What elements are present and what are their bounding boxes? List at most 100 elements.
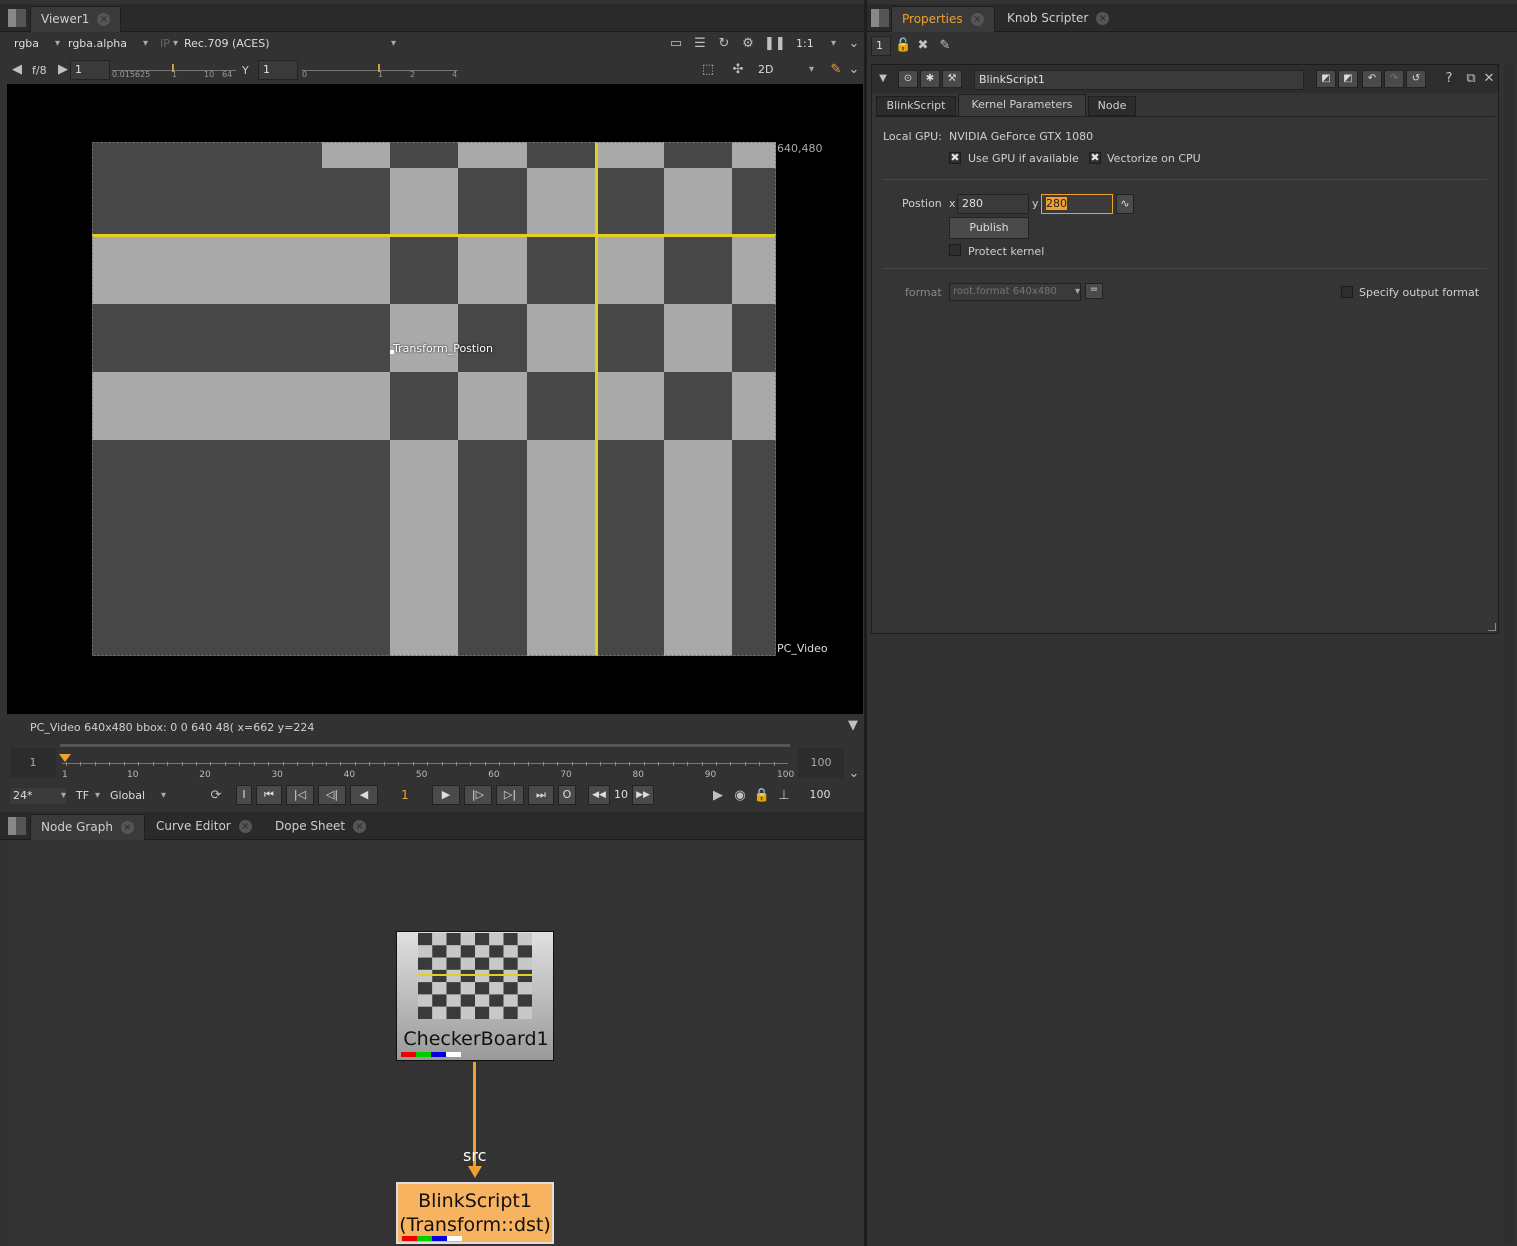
close-icon[interactable]: × [97, 13, 111, 26]
panel-menu-icon[interactable] [8, 9, 26, 27]
format-edit-button[interactable]: = [1085, 283, 1103, 299]
close-icon[interactable]: × [238, 820, 252, 833]
next-fstop-icon[interactable]: ▶ [58, 62, 68, 78]
node-blinkscript[interactable]: BlinkScript1 (Transform::dst) [396, 1182, 554, 1244]
resize-grip-icon[interactable] [1488, 623, 1496, 631]
publish-button[interactable]: Publish [949, 217, 1029, 239]
paint-icon[interactable]: ✎ [828, 62, 844, 78]
playhead-icon[interactable] [59, 754, 71, 762]
revert-icon[interactable]: ↺ [1406, 70, 1426, 88]
chevron-down-icon[interactable]: ⌄ [848, 36, 860, 52]
pause-icon[interactable]: ❚❚ [764, 36, 786, 52]
pencil-icon[interactable]: ✎ [937, 38, 953, 54]
tab-dope-sheet[interactable]: Dope Sheet × [265, 814, 376, 840]
fps-dropdown[interactable]: 24* [10, 788, 66, 804]
lock-icon[interactable]: 🔓 [895, 38, 911, 54]
tab-node-graph[interactable]: Node Graph × [30, 814, 145, 840]
next-frame-button[interactable]: |▷ [464, 785, 492, 805]
input-color-icon[interactable]: ◩ [1316, 70, 1336, 88]
refresh-icon[interactable]: ↻ [716, 36, 732, 52]
animation-curve-icon[interactable]: ∿ [1116, 194, 1134, 214]
gl-color-icon[interactable]: ◩ [1338, 70, 1358, 88]
position-x-input[interactable]: 280 [957, 194, 1029, 214]
in-point-button[interactable]: I [236, 785, 252, 805]
gpu-icon[interactable]: ⚙ [740, 36, 756, 52]
max-panels-input[interactable]: 1 [871, 36, 891, 56]
prev-keyframe-button[interactable]: |◁ [286, 785, 314, 805]
close-icon[interactable]: × [1096, 12, 1110, 25]
timeline-end-frame[interactable]: 100 [798, 748, 844, 778]
record-icon[interactable]: ◉ [730, 788, 750, 804]
first-frame-button[interactable]: ⏮ [256, 785, 282, 805]
out-point-button[interactable]: O [558, 785, 576, 805]
play-backward-button[interactable]: ◀ [350, 785, 378, 805]
current-frame-field[interactable]: 1 [382, 785, 428, 805]
panel-menu-icon[interactable] [8, 817, 26, 835]
ip-toggle[interactable]: IP [160, 36, 178, 52]
alpha-channel-dropdown[interactable]: rgba.alpha [68, 36, 148, 52]
protect-kernel-checkbox[interactable] [949, 244, 961, 256]
node-name-input[interactable]: BlinkScript1 [974, 70, 1304, 90]
panel-splitter[interactable] [864, 0, 867, 1246]
chevron-down-icon[interactable]: ⌄ [848, 62, 860, 78]
flipbook-icon[interactable]: ▶ [708, 788, 728, 804]
wipe-icon[interactable]: ▭ [668, 36, 684, 52]
last-frame-button[interactable]: ⏭ [528, 785, 554, 805]
close-icon[interactable]: × [120, 821, 134, 834]
properties-scrollbar[interactable] [1504, 64, 1514, 1244]
subtab-kernel-parameters[interactable]: Kernel Parameters [958, 94, 1086, 116]
tf-dropdown[interactable]: TF [76, 788, 100, 804]
subtab-node[interactable]: Node [1088, 96, 1136, 116]
tab-curve-editor[interactable]: Curve Editor × [146, 814, 262, 840]
tab-properties[interactable]: Properties × [891, 6, 995, 32]
viewer-toggle-icon[interactable]: ⊙ [898, 70, 918, 88]
tab-viewer1[interactable]: Viewer1 × [30, 6, 122, 32]
prev-fstop-icon[interactable]: ◀ [12, 62, 22, 78]
use-gpu-checkbox[interactable]: ✖ [949, 152, 961, 164]
axis-icon[interactable]: ✣ [730, 62, 746, 78]
end-frame-field[interactable]: 100 [798, 785, 842, 805]
range-icon[interactable]: ⊥ [774, 788, 794, 804]
gain-input[interactable]: 1 [70, 60, 110, 80]
clear-panels-icon[interactable]: ✖ [915, 38, 931, 54]
timeline-start-frame[interactable]: 1 [10, 748, 56, 778]
close-icon[interactable]: × [353, 820, 367, 833]
node-checkerboard[interactable]: CheckerBoard1 [396, 931, 554, 1061]
undo-icon[interactable]: ↶ [1362, 70, 1382, 88]
vectorize-checkbox[interactable]: ✖ [1089, 152, 1101, 164]
prev-frame-button[interactable]: ◁| [318, 785, 346, 805]
colorspace-dropdown[interactable]: Rec.709 (ACES) [184, 36, 396, 52]
close-icon[interactable]: ✕ [1482, 71, 1496, 87]
play-forward-button[interactable]: ▶ [432, 785, 460, 805]
lock-icon[interactable]: 🔒 [752, 788, 772, 804]
next-keyframe-button[interactable]: ▷| [496, 785, 524, 805]
view-mode-dropdown[interactable]: 2D [758, 62, 814, 78]
tab-knob-scripter[interactable]: Knob Scripter × [997, 6, 1119, 32]
chevron-down-icon[interactable]: ⌄ [848, 766, 860, 782]
nodegraph-canvas[interactable]: CheckerBoard1 src BlinkScript1 (Transfor… [7, 840, 863, 1246]
range-dropdown[interactable]: Global [110, 788, 166, 804]
gain-slider[interactable]: 0.015625 1 10 64 [112, 64, 236, 79]
specify-format-checkbox[interactable] [1341, 286, 1353, 298]
format-dropdown[interactable]: root.format 640x480 [949, 283, 1081, 301]
skip-forward-button[interactable]: ▶▶ [632, 785, 654, 805]
lines-icon[interactable]: ☰ [692, 36, 708, 52]
gamma-slider[interactable]: 0 1 2 4 [302, 64, 458, 79]
zoom-dropdown[interactable]: 1:1 [796, 36, 836, 52]
position-y-input[interactable]: 280 [1041, 194, 1113, 214]
viewer-canvas[interactable]: 640,480 PC_Video Transform_Postion [7, 84, 863, 714]
help-icon[interactable]: ? [1442, 71, 1456, 87]
collapse-icon[interactable]: ▼ [876, 71, 890, 87]
channels-dropdown[interactable]: rgba [14, 36, 60, 52]
wrench-icon[interactable]: ⚒ [942, 70, 962, 88]
gamma-input[interactable]: 1 [258, 60, 298, 80]
skip-back-button[interactable]: ◀◀ [588, 785, 610, 805]
skip-increment-field[interactable]: 10 [610, 785, 632, 805]
subtab-blinkscript[interactable]: BlinkScript [876, 96, 956, 116]
redo-icon[interactable]: ↷ [1384, 70, 1404, 88]
roi-icon[interactable]: ⬚ [700, 62, 716, 78]
node-color-icon[interactable]: ✱ [920, 70, 940, 88]
close-icon[interactable]: × [970, 13, 984, 26]
chevron-down-icon[interactable]: ▼ [847, 718, 859, 734]
panel-menu-icon[interactable] [871, 9, 889, 27]
